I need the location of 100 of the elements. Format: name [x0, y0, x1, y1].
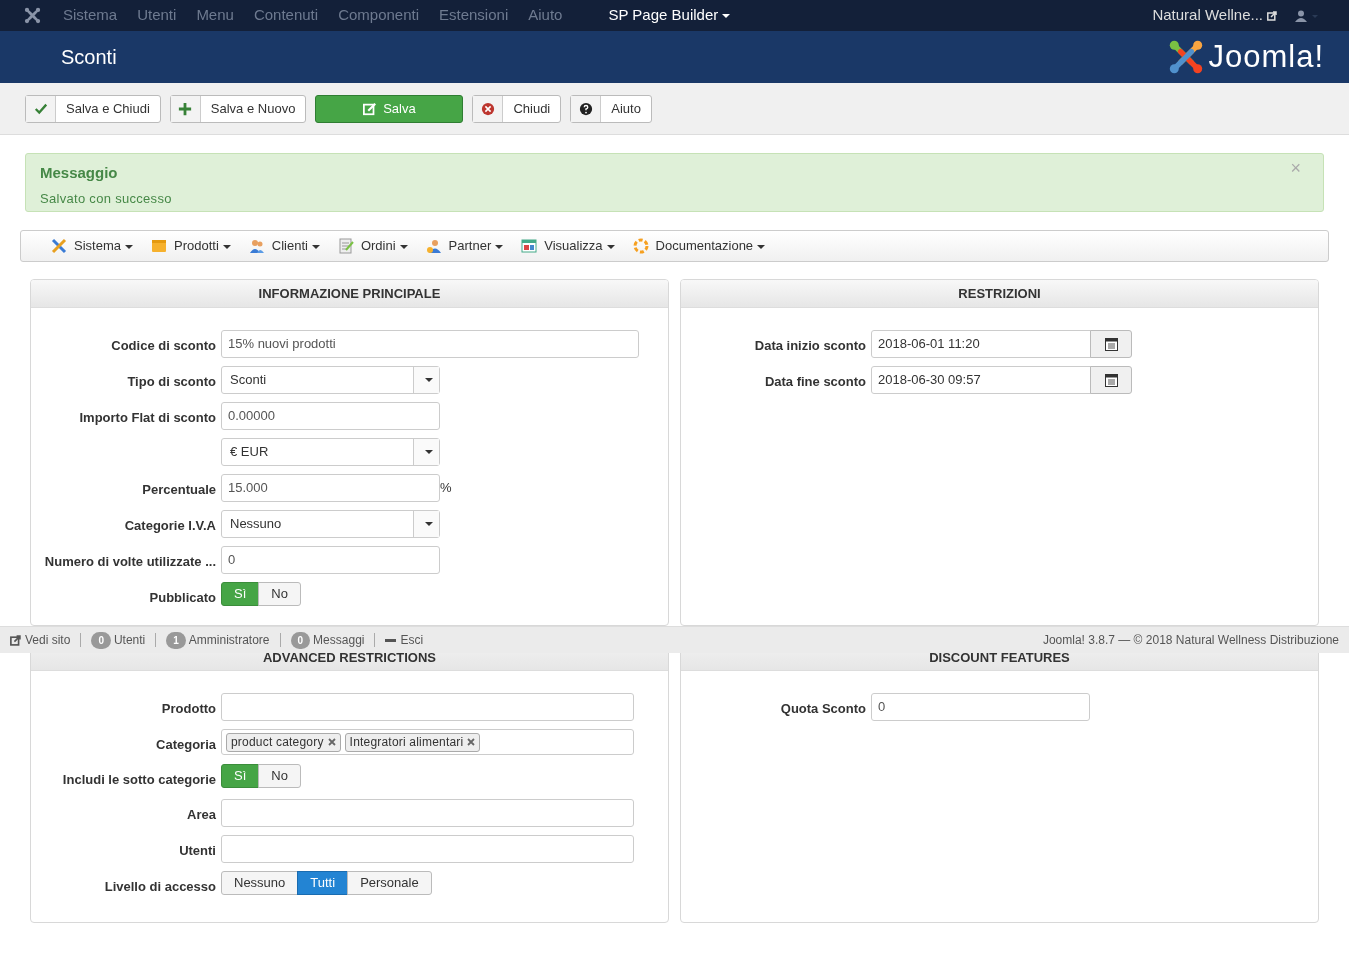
help-icon: [578, 101, 593, 116]
status-link[interactable]: Amministratore: [188, 631, 270, 649]
calendar-icon: [1104, 373, 1118, 387]
caret-icon: [424, 522, 433, 526]
panel-title: INFORMAZIONE PRINCIPALE: [258, 284, 441, 303]
field-label: Importo Flat di sconto: [79, 410, 216, 425]
field-label: Tipo di sconto: [127, 374, 216, 389]
input-field[interactable]: 0: [221, 546, 440, 574]
field-label: Quota Sconto: [780, 701, 866, 716]
minus-icon: [385, 638, 397, 642]
submenu-item[interactable]: Visualizza: [521, 236, 615, 256]
logout-link[interactable]: Esci: [385, 631, 424, 649]
page-title: Sconti: [61, 45, 117, 70]
tags-field[interactable]: product category Integratori alimentari: [221, 729, 634, 755]
edit-icon: [363, 101, 378, 116]
count-badge: 1: [166, 631, 186, 649]
submenu-item[interactable]: Partner: [425, 236, 504, 256]
toolbar-button[interactable]: Aiuto: [570, 94, 652, 123]
nav-menu-item[interactable]: Menu: [196, 4, 234, 27]
caret-icon: [606, 244, 615, 249]
date-field[interactable]: 2018-06-01 11:20: [871, 330, 1091, 358]
field-label: Data inizio sconto: [754, 338, 866, 353]
alert-message: Salvato con successo: [40, 189, 172, 208]
field-label: Livello di accesso: [104, 879, 216, 894]
field-label: Codice di sconto: [111, 338, 216, 353]
user-icon: [425, 238, 442, 254]
toolbar-button[interactable]: Salva e Nuovo: [169, 94, 307, 123]
caret-icon: [124, 244, 133, 249]
field-label: Utenti: [179, 843, 216, 858]
tools-icon: [51, 238, 67, 254]
select-field[interactable]: € EUR: [221, 438, 440, 466]
tag-chip[interactable]: product category: [226, 732, 341, 752]
joomla-logo-icon: [1168, 39, 1205, 75]
alert-title: Messaggio: [40, 163, 118, 183]
plus-icon: [178, 101, 193, 116]
count-badge: 0: [290, 631, 311, 649]
toolbar-button[interactable]: Salva e Chiudi: [25, 94, 161, 123]
submenu-item[interactable]: Clienti: [248, 236, 320, 256]
users-icon: [248, 238, 265, 254]
remove-icon[interactable]: [327, 738, 336, 746]
submenu-item[interactable]: Ordini: [337, 236, 408, 256]
input-field[interactable]: [221, 835, 634, 863]
caret-icon: [424, 450, 433, 454]
option-button[interactable]: Tutti: [297, 871, 349, 895]
field-label: Numero di volte utilizzate ...: [44, 554, 216, 569]
tag-chip[interactable]: Integratori alimentari: [344, 732, 481, 752]
input-field[interactable]: 15% nuovi prodotti: [221, 330, 639, 358]
option-button[interactable]: No: [258, 764, 301, 788]
date-field[interactable]: 2018-06-30 09:57: [871, 366, 1091, 394]
nav-menu-item[interactable]: Contenuti: [253, 4, 319, 27]
window-icon: [521, 238, 538, 254]
panel-title: ADVANCED RESTRICTIONS: [262, 648, 437, 667]
nav-menu-item[interactable]: Componenti: [338, 4, 419, 27]
nav-menu-item[interactable]: Sistema: [63, 4, 118, 27]
field-label: Percentuale: [142, 482, 216, 497]
field-label: Data fine sconto: [764, 374, 866, 389]
select-field[interactable]: Nessuno: [221, 510, 440, 538]
calendar-button[interactable]: [1090, 330, 1132, 358]
submenu-item[interactable]: Prodotti: [150, 236, 231, 256]
select-field[interactable]: Sconti: [221, 366, 440, 394]
nav-menu-item[interactable]: Estensioni: [439, 4, 509, 27]
check-icon: [33, 101, 48, 116]
folder-icon: [150, 238, 167, 254]
input-field[interactable]: 0: [871, 693, 1090, 721]
caret-icon: [722, 14, 731, 19]
caret-icon: [399, 244, 408, 249]
caret-icon: [495, 244, 504, 249]
joomla-icon: [24, 7, 41, 24]
toolbar-button[interactable]: Chiudi: [472, 94, 562, 123]
nav-menu-item[interactable]: Aiuto: [528, 4, 563, 27]
external-link-icon: [10, 634, 21, 646]
status-link[interactable]: Messaggi: [313, 631, 365, 649]
input-field[interactable]: 0.00000: [221, 402, 440, 430]
percent-sign: %: [440, 479, 452, 498]
option-button[interactable]: Personale: [347, 871, 432, 895]
close-icon: [480, 101, 495, 116]
input-field[interactable]: 15.000: [221, 474, 440, 502]
field-label: Categorie I.V.A: [124, 518, 216, 533]
field-label: Prodotto: [161, 701, 216, 716]
site-link[interactable]: Natural Wellne...: [1152, 4, 1277, 27]
view-site-link[interactable]: Vedi sito: [10, 631, 71, 649]
caret-icon: [424, 378, 433, 382]
submenu-item[interactable]: Sistema: [51, 236, 133, 256]
nav-menu-item[interactable]: Utenti: [137, 4, 177, 27]
count-badge: 0: [91, 631, 111, 649]
input-field[interactable]: [221, 799, 634, 827]
input-field[interactable]: [221, 693, 634, 721]
nav-menu-item[interactable]: SP Page Builder: [608, 4, 731, 27]
panel-title: DISCOUNT FEATURES: [929, 648, 1070, 667]
submenu-item[interactable]: Documentazione: [632, 236, 766, 256]
option-button[interactable]: Nessuno: [221, 871, 299, 895]
remove-icon[interactable]: [467, 738, 476, 746]
calendar-button[interactable]: [1090, 366, 1132, 394]
field-label: Includi le sotto categorie: [62, 772, 216, 787]
copyright-text: Joomla! 3.8.7 — © 2018 Natural Wellness Distribuzione: [1042, 632, 1339, 649]
status-link[interactable]: Utenti: [113, 631, 146, 649]
field-label: Pubblicato: [149, 590, 216, 605]
option-button[interactable]: No: [258, 582, 301, 606]
user-icon[interactable]: [1295, 9, 1319, 22]
external-link-icon: [1267, 10, 1277, 21]
